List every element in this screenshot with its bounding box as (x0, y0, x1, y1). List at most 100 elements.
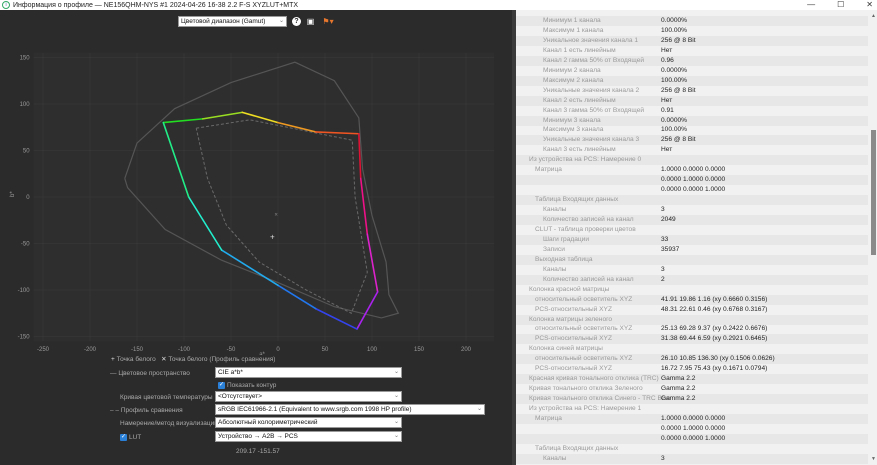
lut-value: Устройство → A2B → PCS (218, 433, 298, 440)
cct-label: Кривая цветовой температуры (120, 394, 213, 401)
y-tick-label: -100 (18, 288, 31, 294)
scroll-down-icon[interactable]: ▼ (871, 456, 876, 462)
scroll-up-icon[interactable]: ▲ (871, 13, 876, 19)
info-row[interactable]: Каналы 3 (516, 265, 868, 275)
gamut-chart[interactable]: -250 -200 -150 -100 -50 0 50 100 150 200 150 100 50 0… (0, 30, 512, 355)
info-row[interactable]: PCS-относительный XYZ 16.72 7.95 75.43 (x… (516, 364, 868, 374)
info-row-value: 2049 (661, 216, 676, 223)
info-row-key: Канал 3 есть линейным (543, 146, 616, 154)
scrollbar[interactable]: ▲ ▼ (869, 10, 877, 465)
info-row[interactable]: Колонка матрицы зеленого (516, 314, 868, 325)
info-row[interactable]: Шаги градации 33 (516, 234, 868, 245)
info-row-key: относительный осветитель XYZ (535, 355, 633, 363)
info-row-key: Записи (543, 245, 565, 253)
info-row-value: 0.0000% (661, 116, 688, 124)
info-row[interactable]: Канал 1 есть линейным Нет (516, 46, 868, 56)
info-row[interactable]: Количество записей на канал 2049 (516, 215, 868, 225)
info-row[interactable]: Каналы 3 (516, 205, 868, 215)
image-icon[interactable]: ▣ (306, 17, 315, 26)
info-row[interactable]: 0.0000 1.0000 0.0000 (516, 424, 868, 434)
info-row[interactable]: Кривая тонального отклика Синего - TRC B… (516, 394, 868, 405)
info-row[interactable]: Канал 2 гамма 50% от Входящей 0.96 (516, 55, 868, 66)
info-row[interactable]: Уникальные значения канала 2 256 @ 8 Bit (516, 86, 868, 96)
info-row[interactable]: PCS-относительный XYZ 31.38 69.44 6.59 (x… (516, 334, 868, 345)
info-row[interactable]: 0.0000 0.0000 1.0000 (516, 185, 868, 195)
info-row[interactable]: Таблица Входящих данных (516, 195, 868, 206)
info-row[interactable]: Матрица 1.0000 0.0000 0.0000 (516, 165, 868, 175)
info-row[interactable]: PCS-относительный XYZ 48.31 22.61 0.46 (x… (516, 305, 868, 315)
info-row-value: 0.0000 0.0000 1.0000 (661, 186, 726, 194)
info-row[interactable]: Матрица 1.0000 0.0000 0.0000 (516, 414, 868, 424)
x-tick-label: -100 (178, 347, 191, 353)
cct-select[interactable]: <Отсутствует> ⌄ (215, 391, 402, 402)
colorspace-select[interactable]: CIE a*b* ⌄ (215, 367, 402, 378)
intent-value: Абсолютный колориметрический (218, 419, 318, 426)
cct-value: <Отсутствует> (218, 393, 263, 400)
info-row[interactable]: Максимум 1 канала 100.00% (516, 26, 868, 36)
info-row[interactable]: 0.0000 1.0000 0.0000 (516, 175, 868, 186)
info-row-key: относительный осветитель XYZ (535, 295, 633, 303)
info-row[interactable]: Уникальные значения канала 3 256 @ 8 Bit (516, 135, 868, 146)
info-row-value: 48.31 22.61 0.46 (xy 0.6768 0.3167) (661, 305, 768, 313)
legend-white-point: Точка белого (116, 356, 156, 363)
x-tick-label: -50 (227, 347, 236, 353)
info-row[interactable]: Канал 3 гамма 50% от Входящей 0.91 (516, 106, 868, 116)
info-row[interactable]: Минимум 1 канала 0.0000% (516, 16, 868, 26)
show-contour-checkbox[interactable]: ✓ Показать контур (218, 382, 276, 389)
info-row-key: Каналы (543, 206, 567, 214)
info-row[interactable]: Красная кривая тонального отклика (TRC) G… (516, 374, 868, 385)
info-row-key: Канал 2 гамма 50% от Входящей (543, 56, 645, 64)
info-row[interactable]: Из устройства на PCS: Намерение 1 (516, 404, 868, 414)
info-row[interactable]: относительный осветитель XYZ 26.10 10.85 … (516, 354, 868, 365)
info-row[interactable]: Максимум 2 канала 100.00% (516, 75, 868, 86)
close-button[interactable]: ✕ (866, 0, 873, 9)
info-row[interactable]: Канал 2 есть линейным Нет (516, 95, 868, 106)
plus-icon: + (111, 356, 115, 363)
info-row[interactable]: Минимум 2 канала 0.0000% (516, 66, 868, 76)
info-row[interactable]: Кривая тонального отклика Зеленого Gamma … (516, 384, 868, 394)
info-row-key: Максимум 2 канала (543, 76, 604, 84)
lut-checkbox[interactable]: ✓ LUT (120, 434, 141, 441)
intent-select[interactable]: Абсолютный колориметрический ⌄ (215, 417, 402, 428)
info-row[interactable]: Минимум 3 канала 0.0000% (516, 115, 868, 126)
info-row-key: Таблица Входящих данных (535, 196, 619, 204)
info-row-key: Минимум 3 канала (543, 116, 601, 124)
info-row-value: 3 (661, 206, 665, 214)
info-row-key: Кривая тонального отклика Зеленого (529, 385, 643, 393)
info-row[interactable]: Каналы 3 (516, 453, 868, 464)
info-row-key: Канал 3 гамма 50% от Входящей (543, 106, 645, 114)
info-row[interactable]: Из устройства на PCS: Намерение 0 (516, 155, 868, 166)
info-row[interactable]: Таблица Входящих данных (516, 444, 868, 454)
compare-profile-select[interactable]: sRGB IEC61966-2.1 (Equivalent to www.srg… (215, 404, 485, 415)
info-row-key: Из устройства на PCS: Намерение 1 (529, 405, 642, 413)
info-row-key: Матрица (535, 166, 562, 174)
scrollbar-thumb[interactable] (871, 130, 876, 255)
x-tick-label: 100 (367, 347, 378, 353)
lut-select[interactable]: Устройство → A2B → PCS ⌄ (215, 431, 402, 442)
info-row[interactable]: CLUT - таблица проверки цветов (516, 225, 868, 235)
cross-icon: ✕ (161, 356, 167, 363)
info-row[interactable]: Записи 35937 (516, 245, 868, 255)
info-row-key: Из устройства на PCS: Намерение 0 (529, 156, 642, 164)
view-select[interactable]: Цветовой диапазон (Gamut) ⌄ (178, 16, 287, 27)
intent-label: Намерение/метод визуализации (120, 420, 218, 427)
chevron-down-icon: ⌄ (393, 419, 399, 425)
info-row[interactable]: Уникальное значения канала 1 256 @ 8 Bit (516, 35, 868, 46)
info-row[interactable]: 0.0000 0.0000 1.0000 (516, 433, 868, 444)
info-row-key: Максимум 1 канала (543, 26, 604, 34)
info-row[interactable]: Колонка красной матрицы (516, 285, 868, 295)
info-row[interactable]: Выходная таблица (516, 254, 868, 265)
maximize-button[interactable]: ☐ (837, 0, 844, 9)
minimize-button[interactable]: — (807, 0, 815, 9)
info-row[interactable]: Колонка синей матрицы (516, 344, 868, 354)
info-row[interactable]: Канал 3 есть линейным Нет (516, 145, 868, 155)
info-row[interactable]: Количество записей на канал 2 (516, 274, 868, 285)
info-row[interactable]: относительный осветитель XYZ 41.91 19.86 … (516, 294, 868, 305)
info-row[interactable]: относительный осветитель XYZ 25.13 69.28 … (516, 324, 868, 334)
chevron-down-icon: ⌄ (393, 369, 399, 375)
info-row-key: Колонка синей матрицы (529, 345, 603, 353)
info-row[interactable]: Максимум 3 канала 100.00% (516, 125, 868, 135)
help-icon[interactable]: ? (292, 17, 301, 26)
tools-icon[interactable]: ⚑▾ (320, 17, 336, 26)
chevron-down-icon: ⌄ (393, 393, 399, 399)
